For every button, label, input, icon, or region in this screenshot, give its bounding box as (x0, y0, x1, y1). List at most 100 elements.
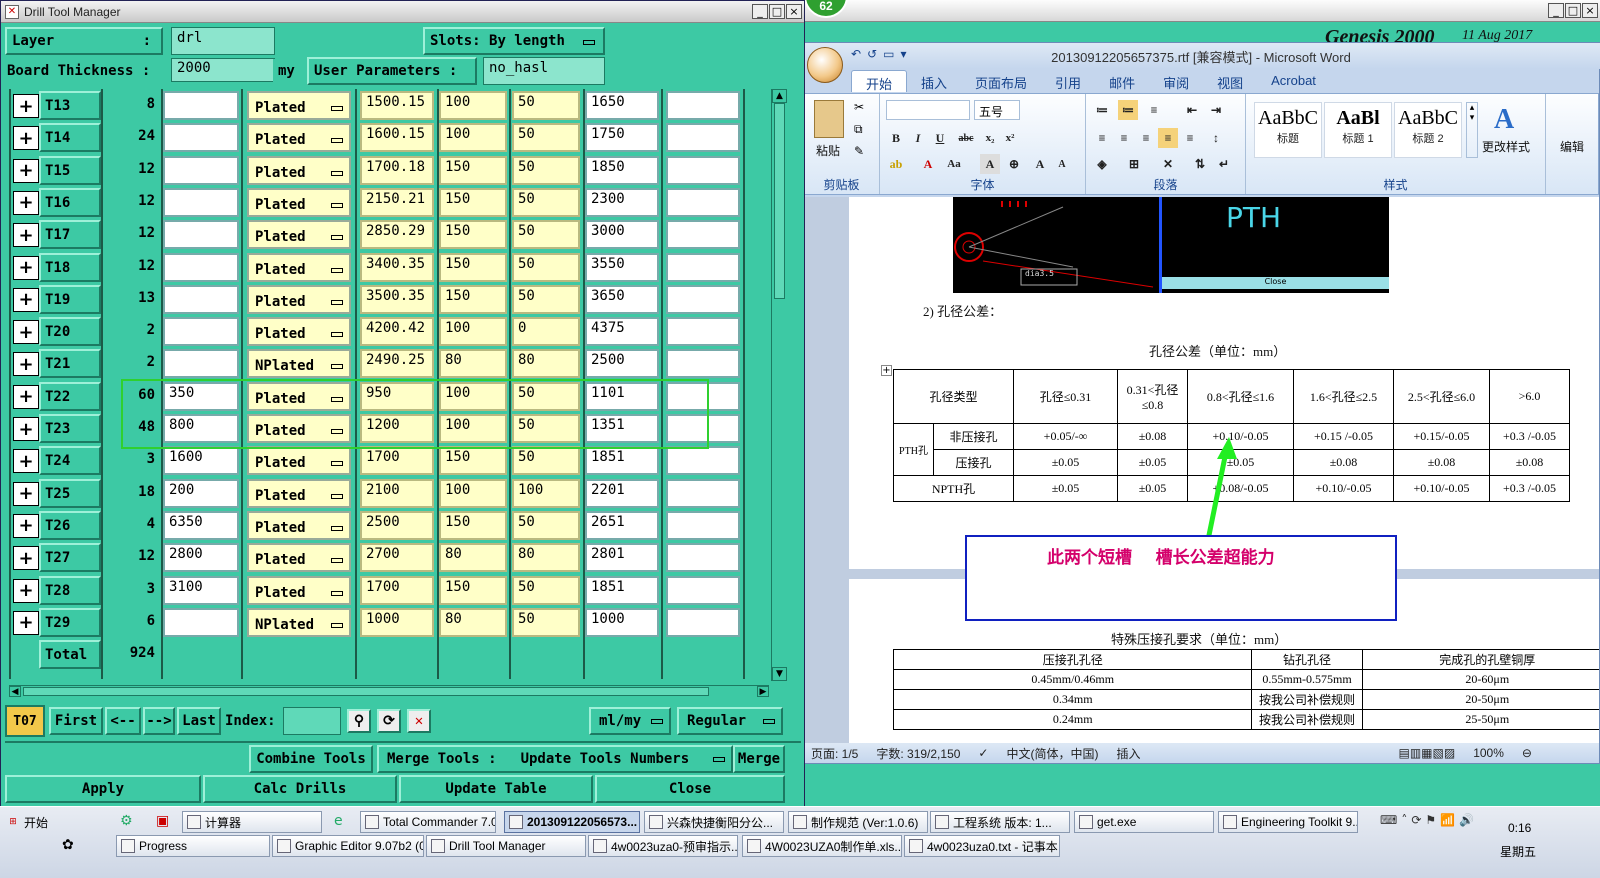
minus-tol-field[interactable]: 100 (512, 478, 580, 508)
tray-network-icon[interactable]: 📶 (1440, 813, 1455, 873)
status-language[interactable]: 中文(简体，中国) (1006, 745, 1098, 762)
expand-icon[interactable]: + (13, 158, 39, 183)
superscript-icon[interactable]: x² (1000, 128, 1020, 148)
size-field[interactable] (163, 252, 239, 282)
distributed-icon[interactable]: ≡ (1180, 128, 1200, 148)
sort-icon[interactable]: ⇅ (1190, 154, 1210, 174)
type-select[interactable]: Plated (247, 155, 351, 185)
merge-button[interactable]: Merge (733, 745, 785, 773)
board-thickness-field[interactable]: 2000 (171, 58, 275, 82)
plus-tol-field[interactable]: 100 (439, 317, 507, 347)
last-button[interactable]: Last (177, 707, 221, 735)
taskbar-button[interactable]: Total Commander 7.0... (360, 811, 496, 833)
tray-expand-icon[interactable]: ˄ (1401, 813, 1407, 873)
expand-icon[interactable]: + (13, 449, 39, 474)
expand-icon[interactable]: + (13, 417, 39, 441)
type-select[interactable]: Plated (247, 91, 351, 120)
minus-tol-field[interactable]: 50 (512, 220, 580, 250)
customize-icon[interactable]: ▾ (900, 47, 906, 61)
expand-icon[interactable]: + (13, 223, 39, 248)
line-spacing-icon[interactable]: ↕ (1206, 128, 1226, 148)
minus-tol-field[interactable]: 50 (512, 607, 580, 637)
extra-field[interactable] (666, 187, 740, 217)
window-icon[interactable]: ✕ (5, 4, 19, 19)
extra-field[interactable] (666, 478, 740, 508)
drill-size-field[interactable]: 4375 (585, 317, 659, 347)
plus-tol-field[interactable]: 150 (439, 575, 507, 605)
size-field[interactable]: 200 (163, 478, 239, 508)
tool-name[interactable]: T21 (39, 349, 101, 379)
plus-tol-field[interactable]: 80 (439, 543, 507, 573)
taskbar-button[interactable]: 制作规范 (Ver:1.0.6) (788, 811, 928, 833)
minus-tol-field[interactable]: 50 (512, 187, 580, 217)
finish-size-field[interactable]: 1600.15 (360, 123, 434, 153)
finish-size-field[interactable]: 4200.42 (360, 317, 434, 347)
clock-weekday[interactable]: 星期五 (1500, 843, 1536, 860)
type-select[interactable]: NPlated (247, 607, 351, 637)
drill-size-field[interactable]: 1851 (585, 575, 659, 605)
minimize-icon[interactable]: _ (752, 4, 768, 19)
extra-field[interactable] (666, 575, 740, 605)
change-case-icon[interactable]: Aa (944, 154, 964, 174)
ribbon-tab[interactable]: 插入 (907, 70, 961, 92)
extra-field[interactable] (666, 155, 740, 185)
expand-icon[interactable]: + (13, 578, 39, 603)
close-icon[interactable]: × (1582, 3, 1598, 18)
plus-tol-field[interactable]: 80 (439, 349, 507, 379)
minus-tol-field[interactable]: 0 (512, 317, 580, 347)
plus-tol-field[interactable]: 150 (439, 220, 507, 250)
type-select[interactable]: Plated (247, 543, 351, 573)
finish-size-field[interactable]: 2490.25 (360, 349, 434, 379)
cut-icon[interactable]: ✂ (854, 100, 864, 114)
drill-size-field[interactable]: 2500 (585, 349, 659, 379)
tool-name[interactable]: T18 (39, 252, 101, 282)
minimize-icon[interactable]: _ (1548, 3, 1564, 18)
plus-tol-field[interactable]: 150 (439, 252, 507, 282)
type-select[interactable]: Plated (247, 317, 351, 347)
tool-name[interactable]: T16 (39, 187, 101, 217)
taskbar-button[interactable]: Drill Tool Manager (426, 835, 586, 857)
enclose-char-icon[interactable]: ⊕ (1004, 154, 1024, 174)
refresh-icon[interactable]: ⟳ (377, 709, 401, 733)
finish-size-field[interactable]: 2150.21 (360, 187, 434, 217)
ribbon-tab[interactable]: 审阅 (1149, 70, 1203, 92)
plus-tol-field[interactable]: 150 (439, 284, 507, 314)
decrease-indent-icon[interactable]: ⇤ (1182, 100, 1202, 120)
plus-tol-field[interactable]: 150 (439, 510, 507, 540)
finish-size-field[interactable]: 1700.18 (360, 155, 434, 185)
taskbar-button[interactable]: Graphic Editor 9.07b2 (0... (272, 835, 424, 857)
type-select[interactable]: Plated (247, 446, 351, 476)
clock-time[interactable]: 0:16 (1508, 821, 1531, 835)
subscript-icon[interactable]: x₂ (980, 128, 1000, 148)
plus-tol-field[interactable]: 100 (439, 123, 507, 153)
drill-size-field[interactable]: 2201 (585, 478, 659, 508)
open-icon[interactable]: ▭ (883, 47, 894, 61)
minus-tol-field[interactable]: 50 (512, 510, 580, 540)
highlight-icon[interactable]: ab (886, 154, 906, 174)
finish-size-field[interactable]: 3400.35 (360, 252, 434, 282)
align-right-icon[interactable]: ≡ (1136, 128, 1156, 148)
type-select[interactable]: Plated (247, 123, 351, 153)
size-field[interactable] (163, 284, 239, 314)
expand-icon[interactable]: + (13, 255, 39, 280)
extra-field[interactable] (666, 543, 740, 573)
grow-font-icon[interactable]: A (1030, 154, 1050, 174)
strikethrough-icon[interactable]: abc (956, 128, 976, 148)
maximize-icon[interactable]: □ (1565, 3, 1581, 18)
delete-icon[interactable]: ✕ (407, 709, 431, 733)
expand-icon[interactable]: + (13, 384, 39, 409)
drill-size-field[interactable]: 2801 (585, 543, 659, 573)
minus-tol-field[interactable]: 50 (512, 575, 580, 605)
minus-tol-field[interactable]: 50 (512, 446, 580, 476)
extra-field[interactable] (666, 446, 740, 476)
size-field[interactable] (163, 123, 239, 153)
expand-icon[interactable]: + (13, 287, 39, 312)
font-color-icon[interactable]: A (918, 154, 938, 174)
font-name-select[interactable] (886, 100, 970, 120)
ribbon-tab[interactable]: 视图 (1203, 70, 1257, 92)
style-heading-1[interactable]: AaBl 标题 1 (1324, 102, 1392, 158)
calc-drills-button[interactable]: Calc Drills (203, 775, 397, 803)
shading-icon[interactable]: ◈ (1092, 154, 1112, 174)
minus-tol-field[interactable]: 50 (512, 91, 580, 120)
drill-size-field[interactable]: 1650 (585, 91, 659, 120)
